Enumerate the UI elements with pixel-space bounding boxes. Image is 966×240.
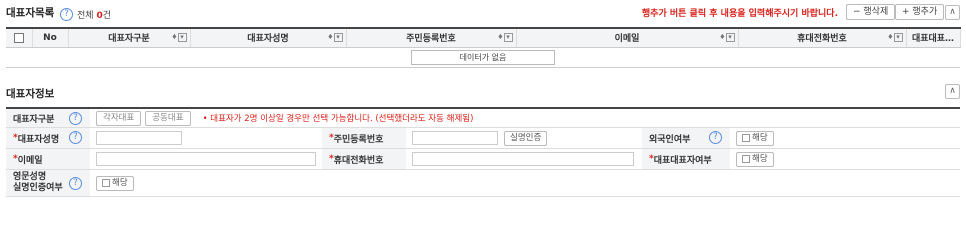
sort-filter-icon[interactable]: ♦ ▾ <box>887 33 903 42</box>
checkbox-icon <box>742 155 750 163</box>
sort-filter-icon[interactable]: ♦ ▾ <box>327 33 343 42</box>
form-row-eng-name: 영문성명 실명인증여부 ? 해당 <box>6 170 960 197</box>
count-unit: 건 <box>102 11 111 21</box>
select-all-header <box>6 27 33 48</box>
representative-table: No 대표자구분 ♦ ▾ 대표자성명 ♦ ▾ 주민등록번호 ♦ ▾ 이메일 ♦ ▾ 휴대… <box>6 27 961 68</box>
sort-filter-icon[interactable]: ♦ ▾ <box>497 33 513 42</box>
main-rep-label: * 대표대표자여부 <box>642 149 730 169</box>
main-rep-value: 해당 <box>730 149 960 169</box>
total-count: 전체 0건 <box>77 8 111 21</box>
list-title-text: 대표자목록 <box>6 7 55 19</box>
help-icon[interactable]: ? <box>709 131 722 144</box>
col-mobile[interactable]: 휴대전화번호 ♦ ▾ <box>738 27 907 48</box>
help-icon[interactable]: ? <box>69 131 82 144</box>
help-icon[interactable]: ? <box>59 8 73 21</box>
add-row-notice: 행추가 버튼 클릭 후 내용을 입력해주시기 바랍니다. <box>641 9 838 19</box>
list-section-title: 대표자목록 ? <box>6 5 73 21</box>
mobile-label: * 휴대전화번호 <box>322 149 406 169</box>
mobile-value <box>406 149 642 169</box>
sort-filter-icon[interactable]: ♦ ▾ <box>171 33 187 42</box>
eng-name-checkbox[interactable]: 해당 <box>96 175 134 191</box>
select-all-checkbox[interactable] <box>13 32 24 43</box>
checkbox-icon <box>742 134 750 142</box>
info-collapse-icon[interactable]: ∧ <box>945 84 960 99</box>
col-rrn[interactable]: 주민등록번호 ♦ ▾ <box>346 27 517 48</box>
sort-filter-icon[interactable]: ♦ ▾ <box>719 33 735 42</box>
empty-row: 데이터가 없음 <box>6 47 960 68</box>
rep-type-value: 각자대표 공동대표 • 대표자가 2명 이상일 경우만 선택 가능합니다. (선… <box>90 109 960 127</box>
checkbox-icon <box>102 179 110 187</box>
joint-rep-option[interactable]: 공동대표 <box>145 110 191 126</box>
individual-rep-option[interactable]: 각자대표 <box>96 110 142 126</box>
delete-row-button[interactable]: − 행삭제 <box>846 4 896 20</box>
empty-cell: 데이터가 없음 <box>6 47 960 68</box>
no-data-message: 데이터가 없음 <box>411 49 555 65</box>
foreigner-value: 해당 <box>730 128 960 148</box>
eng-name-label: 영문성명 실명인증여부 ? <box>6 170 90 196</box>
name-value <box>90 128 322 148</box>
mobile-input[interactable] <box>412 152 634 166</box>
rrn-input[interactable] <box>412 131 498 145</box>
eng-name-value: 해당 <box>90 170 960 196</box>
col-rep-type[interactable]: 대표자구분 ♦ ▾ <box>68 27 191 48</box>
email-input[interactable] <box>96 152 316 166</box>
rep-type-note: • 대표자가 2명 이상일 경우만 선택 가능합니다. (선택했더라도 자동 해… <box>202 114 474 124</box>
add-row-button[interactable]: + 행추가 <box>895 4 945 20</box>
name-label: * 대표자성명 ? <box>6 128 90 148</box>
col-email[interactable]: 이메일 ♦ ▾ <box>516 27 739 48</box>
help-icon[interactable]: ? <box>69 177 82 190</box>
main-rep-checkbox[interactable]: 해당 <box>736 151 774 167</box>
rrn-label: * 주민등록번호 <box>322 128 406 148</box>
form-row-email: * 이메일 * 휴대전화번호 * 대표대표자여부 해당 <box>6 149 960 170</box>
help-icon[interactable]: ? <box>69 112 82 125</box>
count-label: 전체 <box>77 11 94 21</box>
rrn-value: 실명인증 <box>406 128 642 148</box>
email-label: * 이메일 <box>6 149 90 169</box>
rep-type-label: 대표자구분 ? <box>6 109 90 127</box>
info-section-title: 대표자정보 <box>6 88 55 100</box>
form-row-name: * 대표자성명 ? * 주민등록번호 실명인증 외국인여부 ? 해당 <box>6 128 960 149</box>
verify-name-button[interactable]: 실명인증 <box>504 130 548 146</box>
col-rep-name[interactable]: 대표자성명 ♦ ▾ <box>190 27 347 48</box>
table-header-row: No 대표자구분 ♦ ▾ 대표자성명 ♦ ▾ 주민등록번호 ♦ ▾ 이메일 ♦ ▾ 휴대… <box>6 27 961 48</box>
col-main-rep[interactable]: 대표대표… <box>906 27 961 48</box>
col-no: No <box>32 27 69 48</box>
list-collapse-icon[interactable]: ∧ <box>945 5 960 20</box>
foreigner-checkbox[interactable]: 해당 <box>736 130 774 146</box>
representative-form: 대표자구분 ? 각자대표 공동대표 • 대표자가 2명 이상일 경우만 선택 가… <box>6 107 960 197</box>
rep-name-input[interactable] <box>96 131 182 145</box>
foreigner-label: 외국인여부 ? <box>642 128 730 148</box>
form-row-rep-type: 대표자구분 ? 각자대표 공동대표 • 대표자가 2명 이상일 경우만 선택 가… <box>6 109 960 128</box>
email-value <box>90 149 322 169</box>
